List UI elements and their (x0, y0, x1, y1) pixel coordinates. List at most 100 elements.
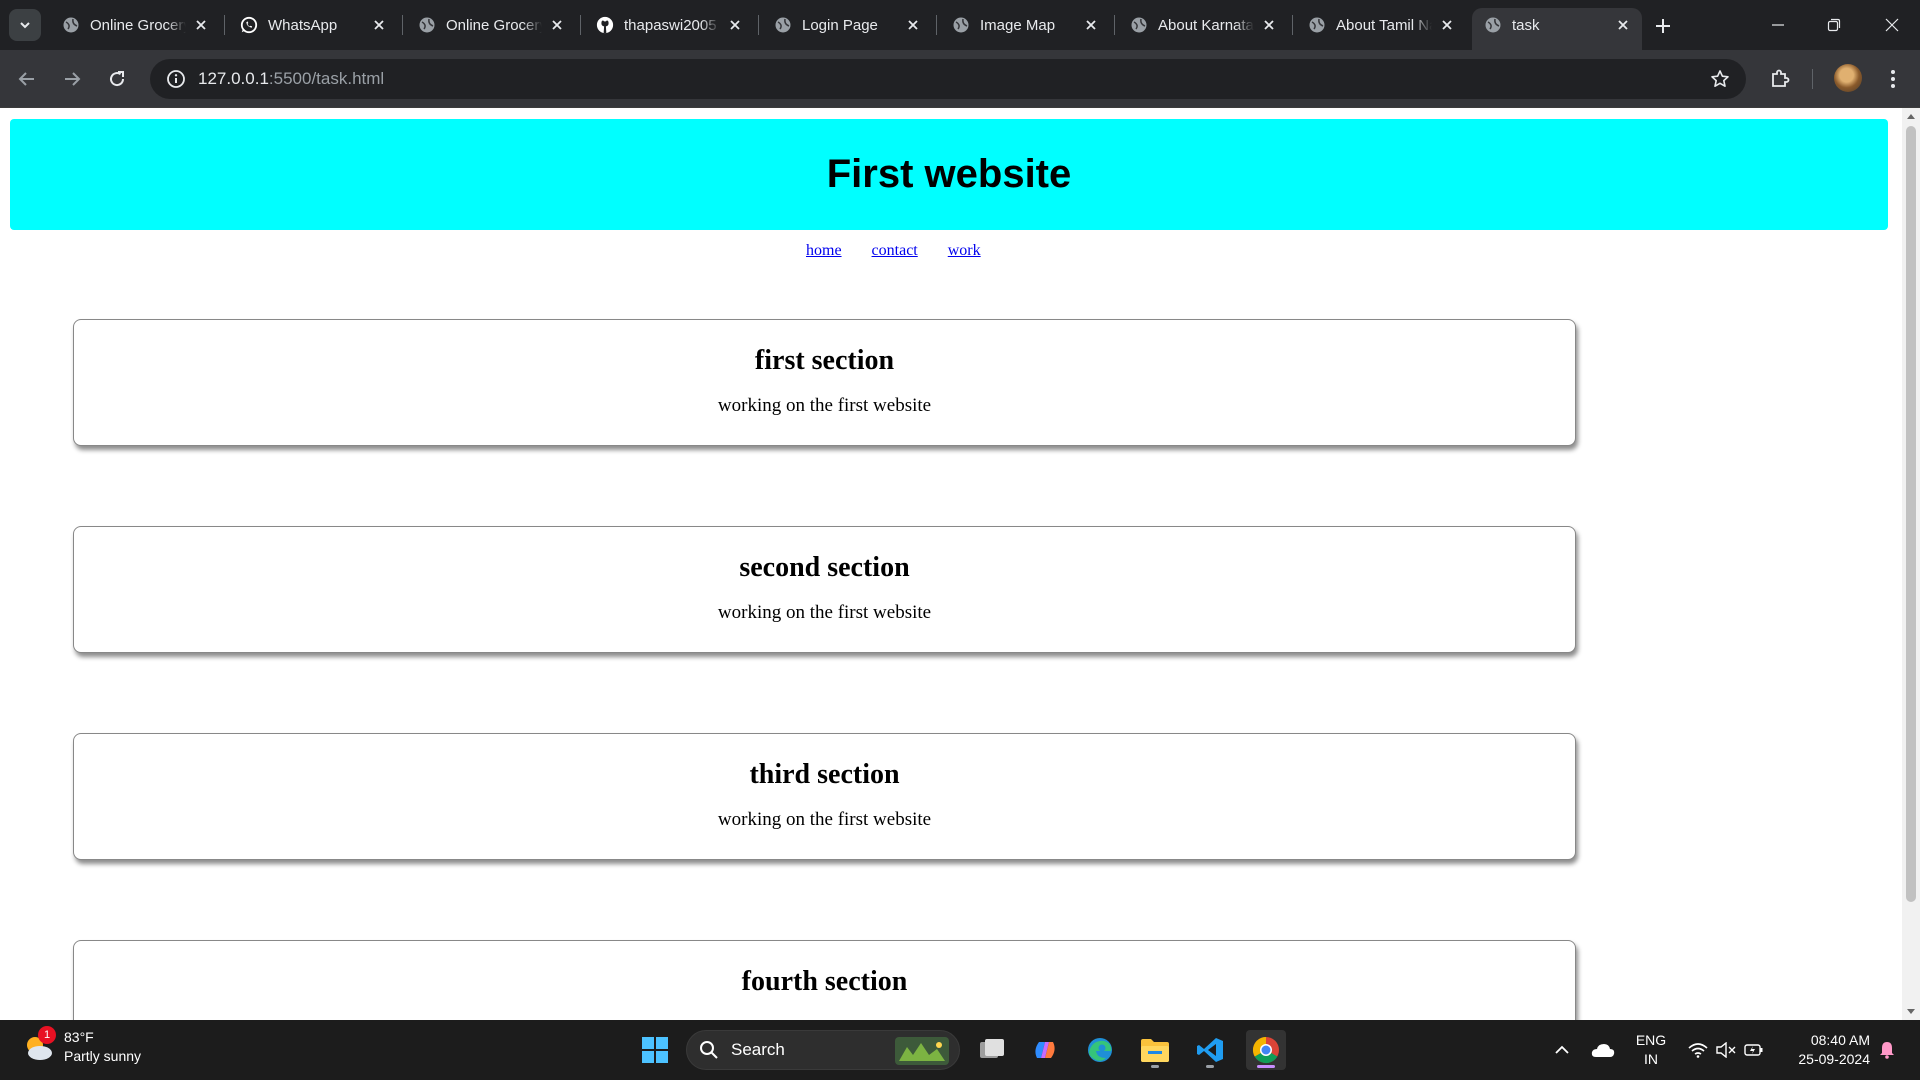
close-icon[interactable] (726, 16, 744, 34)
address-bar[interactable]: 127.0.0.1:5500/task.html (150, 59, 1746, 99)
running-indicator (1257, 1065, 1275, 1068)
scrollbar-thumb[interactable] (1906, 126, 1916, 902)
tab-whatsapp[interactable]: WhatsApp (228, 8, 398, 42)
reload-button[interactable] (100, 62, 134, 96)
close-icon[interactable] (1438, 16, 1456, 34)
tab-login-page[interactable]: Login Page (762, 8, 932, 42)
tab-title: WhatsApp (268, 16, 338, 34)
tab-title: thapaswi2005 (624, 16, 717, 34)
section-title: first section (754, 345, 895, 376)
clock[interactable]: 08:40 AM 25-09-2024 (1778, 1020, 1870, 1080)
section-card: fourth section (73, 940, 1576, 1020)
tab-image-map[interactable]: Image Map (940, 8, 1110, 42)
tab-separator (1292, 15, 1293, 35)
start-button[interactable] (635, 1030, 675, 1070)
vscode-button[interactable] (1190, 1030, 1230, 1070)
vscode-icon (1197, 1038, 1223, 1062)
task-view-icon (980, 1039, 1004, 1058)
extensions-button[interactable] (1763, 62, 1797, 96)
tab-task[interactable]: task (1472, 8, 1642, 50)
file-explorer-button[interactable] (1135, 1030, 1175, 1070)
close-icon[interactable] (1260, 16, 1278, 34)
chrome-button[interactable] (1246, 1030, 1286, 1070)
edge-icon (1088, 1038, 1112, 1062)
page-scrollbar[interactable] (1902, 108, 1920, 1020)
search-icon (700, 1041, 718, 1059)
section-card: second section working on the first webs… (73, 526, 1576, 653)
chrome-icon (1252, 1036, 1279, 1064)
tab-github[interactable]: thapaswi2005 (584, 8, 754, 42)
url-path: :5500/task.html (268, 69, 385, 88)
language-indicator[interactable]: ENG IN (1628, 1020, 1674, 1080)
quick-settings[interactable] (1684, 1020, 1768, 1080)
globe-icon (418, 16, 436, 34)
page-viewport: First website home contact work first se… (0, 108, 1920, 1020)
tab-online-grocery-2[interactable]: Online Grocery (406, 8, 576, 42)
page-title: First website (826, 152, 1072, 196)
wifi-icon (1688, 1043, 1708, 1058)
puzzle-icon (1772, 69, 1790, 87)
site-info-icon[interactable] (156, 59, 196, 99)
tab-title: task (1512, 16, 1540, 34)
profile-avatar[interactable] (1834, 64, 1862, 92)
section-text: working on the first website (717, 602, 932, 623)
copilot-icon (1035, 1042, 1055, 1058)
tab-about-karnataka[interactable]: About Karnataka (1118, 8, 1288, 42)
close-icon[interactable] (1614, 16, 1632, 34)
scroll-up-icon[interactable] (1902, 108, 1920, 124)
url-host: 127.0.0.1 (198, 69, 269, 88)
weather-sun-cloud-icon: 1 (22, 1026, 56, 1064)
notifications-button[interactable] (1872, 1020, 1902, 1080)
scroll-down-icon[interactable] (1902, 1004, 1920, 1020)
close-icon[interactable] (548, 16, 566, 34)
reload-icon (110, 71, 125, 87)
weather-desc: Partly sunny (64, 1048, 142, 1064)
browser-menu-button[interactable] (1876, 62, 1910, 96)
site-nav: home contact work (806, 242, 981, 260)
minimize-button[interactable] (1750, 0, 1806, 50)
tab-title: Login Page (802, 16, 878, 34)
folder-icon (1141, 1039, 1169, 1062)
restore-icon (1827, 18, 1841, 32)
url-text: 127.0.0.1:5500/task.html (198, 69, 384, 89)
running-indicator (1151, 1065, 1159, 1068)
back-button[interactable] (10, 62, 44, 96)
section-text: working on the first website (717, 395, 932, 416)
show-hidden-icons-button[interactable] (1548, 1020, 1576, 1080)
search-highlight-icon (895, 1037, 949, 1065)
more-vertical-icon (1891, 70, 1895, 88)
tab-about-tamil-nadu[interactable]: About Tamil Nadu (1296, 8, 1466, 42)
language-code: ENG (1635, 1032, 1667, 1048)
arrow-right-icon (65, 72, 81, 86)
bookmark-star-icon[interactable] (1708, 67, 1732, 91)
edge-button[interactable] (1080, 1030, 1120, 1070)
weather-temp: 83°F (64, 1029, 94, 1045)
close-icon[interactable] (1082, 16, 1100, 34)
nav-link-contact[interactable]: contact (872, 242, 918, 260)
section-card: first section working on the first websi… (73, 319, 1576, 446)
weather-widget[interactable]: 1 83°F Partly sunny (22, 1026, 142, 1066)
task-view-button[interactable] (972, 1030, 1012, 1070)
copilot-button[interactable] (1025, 1030, 1065, 1070)
tab-title: About Karnataka (1158, 16, 1254, 34)
whatsapp-icon (240, 16, 258, 34)
tab-title: Image Map (980, 16, 1056, 34)
onedrive-icon[interactable] (1588, 1020, 1618, 1080)
section-text: working on the first website (717, 809, 932, 830)
browser-toolbar: 127.0.0.1:5500/task.html (0, 50, 1920, 108)
volume-muted-icon (1716, 1042, 1736, 1058)
close-icon[interactable] (904, 16, 922, 34)
section-title: second section (739, 552, 910, 583)
search-label: Search (731, 1040, 785, 1059)
nav-link-work[interactable]: work (948, 242, 981, 260)
close-icon[interactable] (192, 16, 210, 34)
tab-search-button[interactable] (9, 9, 41, 41)
taskbar-search[interactable]: Search (686, 1030, 960, 1070)
new-tab-button[interactable] (1649, 12, 1677, 40)
close-window-button[interactable] (1864, 0, 1920, 50)
nav-link-home[interactable]: home (806, 242, 842, 260)
close-icon[interactable] (370, 16, 388, 34)
tab-online-grocery-1[interactable]: Online Grocery (50, 8, 220, 42)
restore-button[interactable] (1806, 0, 1862, 50)
forward-button[interactable] (55, 62, 89, 96)
